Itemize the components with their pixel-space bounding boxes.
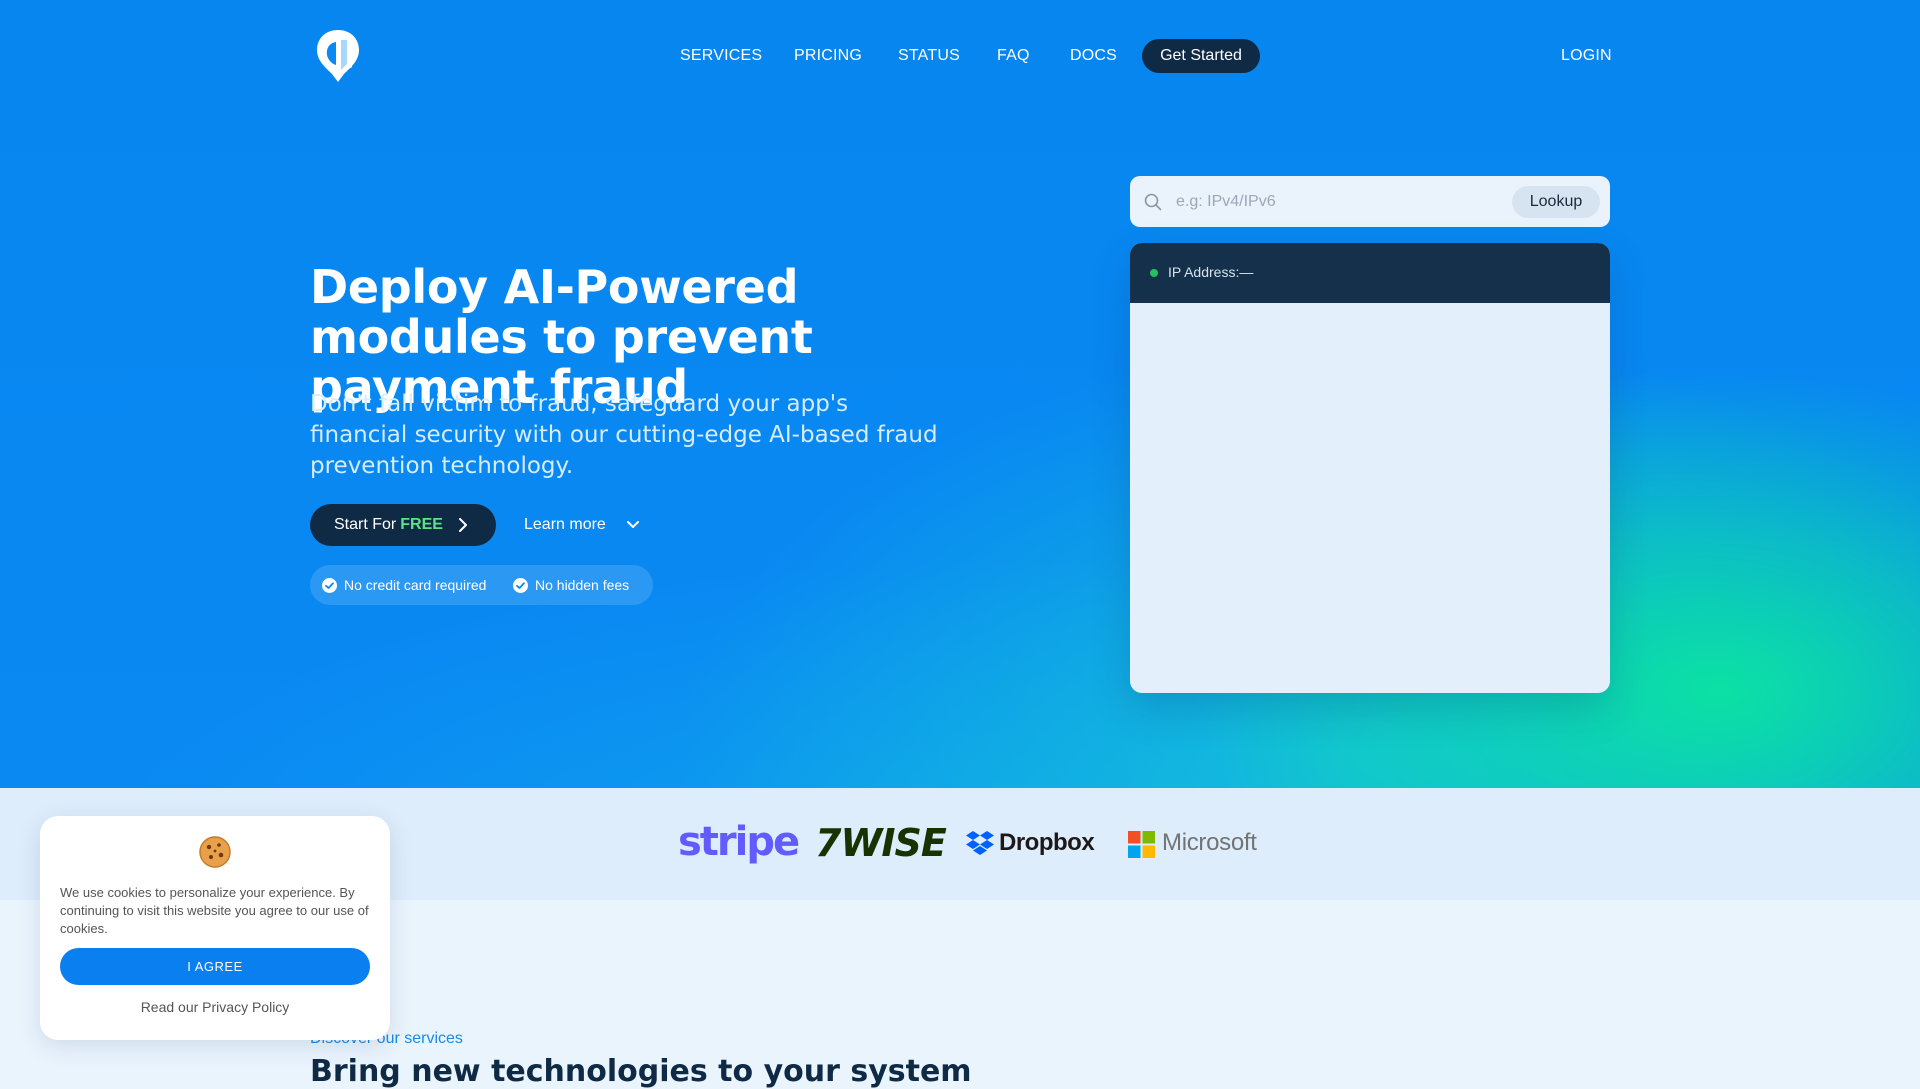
get-started-button[interactable]: Get Started	[1142, 39, 1260, 73]
lookup-result-panel: IP Address:—	[1130, 243, 1610, 693]
chevron-right-icon	[459, 518, 467, 532]
nav-pricing[interactable]: PRICING	[794, 46, 862, 66]
feature-badges: No credit card required No hidden fees	[310, 565, 653, 605]
learn-more-link[interactable]: Learn more	[524, 514, 639, 536]
check-circle-icon	[513, 578, 528, 593]
nav-docs[interactable]: DOCS	[1070, 46, 1117, 66]
wise-logo: 7WISE	[815, 821, 947, 865]
start-for-free-button[interactable]: Start For FREE	[310, 504, 496, 546]
brand-logo-icon[interactable]	[314, 28, 362, 84]
search-icon	[1144, 193, 1162, 211]
cookie-consent-banner: We use cookies to personalize your exper…	[40, 816, 390, 1040]
ip-search-input[interactable]	[1174, 188, 1478, 216]
privacy-policy-link[interactable]: Read our Privacy Policy	[40, 999, 390, 1015]
lookup-button[interactable]: Lookup	[1512, 186, 1600, 218]
services-title: Bring new technologies to your system	[310, 1054, 972, 1089]
learn-more-label: Learn more	[524, 516, 606, 533]
nav-services[interactable]: SERVICES	[680, 46, 762, 66]
nav-status[interactable]: STATUS	[898, 46, 960, 66]
cookie-message: We use cookies to personalize your exper…	[60, 885, 369, 936]
ip-lookup-bar: Lookup	[1130, 176, 1610, 227]
status-dot-icon	[1150, 269, 1158, 277]
chevron-down-icon	[627, 521, 639, 528]
stripe-logo: stripe	[678, 819, 800, 865]
agree-button[interactable]: I AGREE	[60, 948, 370, 985]
ip-address-label: IP Address:—	[1168, 264, 1254, 280]
hero-section: SERVICES PRICING STATUS FAQ DOCS Get Sta…	[0, 0, 1920, 788]
result-header: IP Address:—	[1130, 243, 1610, 303]
microsoft-logo: Microsoft	[1162, 829, 1257, 856]
check-circle-icon	[322, 578, 337, 593]
nav-faq[interactable]: FAQ	[997, 46, 1030, 66]
dropbox-logo: Dropbox	[999, 829, 1095, 856]
microsoft-icon	[1128, 831, 1155, 858]
dropbox-icon	[966, 831, 994, 855]
start-button-label: Start For FREE	[334, 516, 443, 533]
login-link[interactable]: LOGIN	[1561, 46, 1612, 66]
cookie-icon	[199, 836, 231, 868]
hero-subtitle: Don't fall victim to fraud, safeguard yo…	[310, 391, 938, 479]
free-highlight: FREE	[400, 516, 443, 533]
